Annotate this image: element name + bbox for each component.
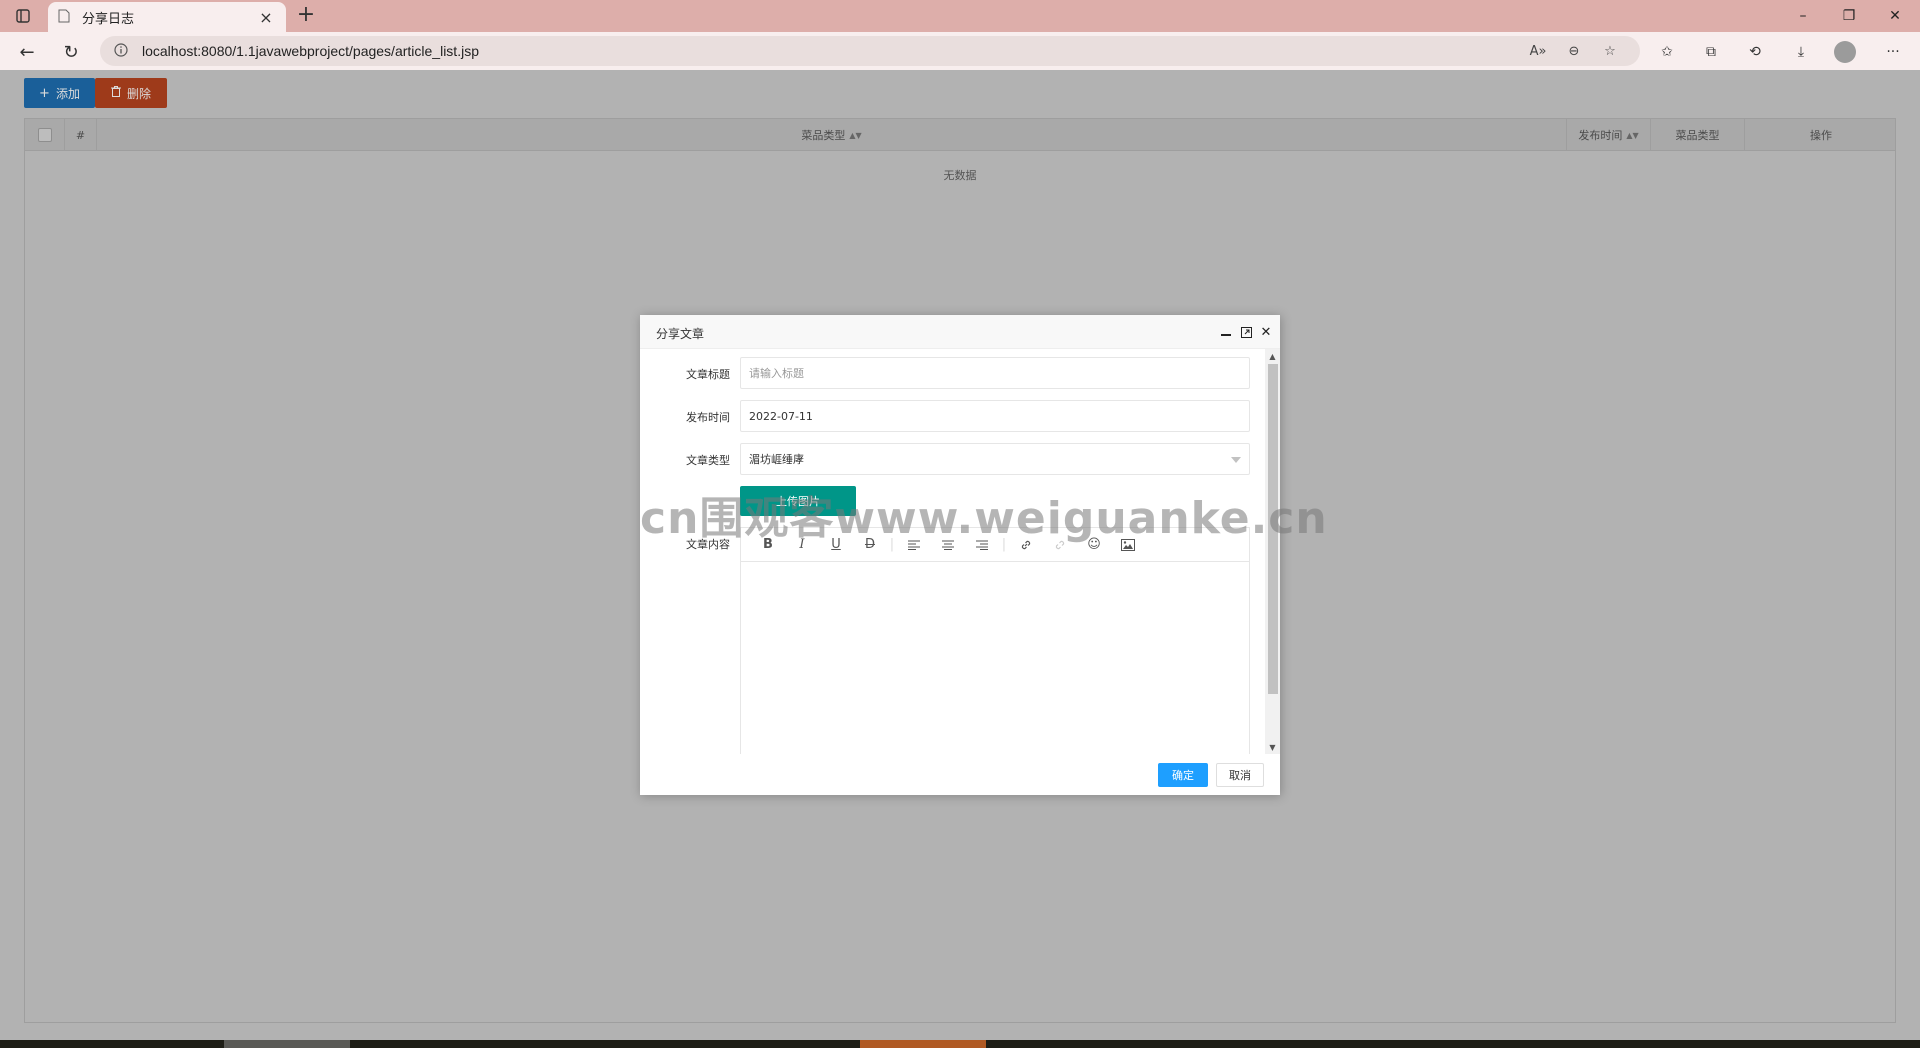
url-text: localhost:8080/1.1javawebproject/pages/a… <box>142 43 479 59</box>
dialog-footer: 确定 取消 <box>640 754 1280 795</box>
form-row-date: 发布时间 2022-07-11 <box>640 400 1264 432</box>
column-header-actions: 操作 <box>1810 129 1832 142</box>
browser-tab-active[interactable]: 分享日志 × <box>48 2 286 32</box>
chevron-down-icon <box>1231 457 1241 463</box>
tab-title: 分享日志 <box>82 11 135 27</box>
column-header-dish-type-2: 菜品类型 <box>1651 119 1745 151</box>
dialog-title: 分享文章 <box>656 327 705 341</box>
zoom-out-icon[interactable]: ⊖ <box>1564 41 1584 61</box>
close-window-icon[interactable]: ✕ <box>1872 0 1918 32</box>
favorites-icon[interactable]: ✩ <box>1656 41 1678 63</box>
publish-date-input[interactable]: 2022-07-11 <box>740 400 1250 432</box>
sort-icon[interactable]: ▲▼ <box>849 131 861 140</box>
column-header-publish-time[interactable]: 发布时间 ▲▼ <box>1567 119 1651 151</box>
tab-close-icon[interactable]: × <box>256 8 276 27</box>
watermark-text: cn围观客www.weiguanke.cn <box>640 493 1328 544</box>
taskbar-item[interactable] <box>224 1040 350 1048</box>
more-menu-icon[interactable]: ··· <box>1882 41 1904 63</box>
form-row-title: 文章标题 请输入标题 <box>640 357 1264 389</box>
new-tab-icon[interactable]: + <box>294 4 318 28</box>
browser-toolbar: ← ↻ localhost:8080/1.1javawebproject/pag… <box>0 32 1920 70</box>
dialog-close-icon[interactable]: ✕ <box>1258 323 1274 341</box>
delete-button-label: 删除 <box>126 86 151 101</box>
dialog-maximize-icon[interactable] <box>1238 323 1254 341</box>
article-title-input[interactable]: 请输入标题 <box>740 357 1250 389</box>
scroll-down-icon[interactable]: ▼ <box>1265 740 1280 754</box>
profile-avatar[interactable] <box>1834 41 1856 63</box>
page-icon <box>58 9 70 26</box>
history-icon[interactable]: ⟲ <box>1744 41 1766 63</box>
column-header-dish-type[interactable]: 菜品类型 ▲▼ <box>97 119 1567 151</box>
trash-icon <box>110 85 121 101</box>
site-info-icon[interactable] <box>114 42 128 60</box>
sort-icon[interactable]: ▲▼ <box>1626 131 1638 140</box>
rich-text-editor: B I U D | | ☺ <box>740 527 1250 754</box>
title-label: 文章标题 <box>686 368 730 381</box>
minimize-window-icon[interactable]: – <box>1780 0 1826 32</box>
form-row-type: 文章类型 湄坊崕缍庨 <box>640 443 1264 475</box>
add-button-label: 添加 <box>55 86 80 101</box>
article-type-select[interactable]: 湄坊崕缍庨 <box>740 443 1250 475</box>
browser-tab-bar: 分享日志 × + – ❐ ✕ <box>0 0 1920 32</box>
empty-table-text: 无数据 <box>943 169 977 182</box>
dialog-body: 文章标题 请输入标题 发布时间 2022-07-11 文章类型 湄坊崕缍庨 上传… <box>640 349 1264 754</box>
editor-content-area[interactable] <box>741 562 1249 754</box>
select-all-checkbox[interactable] <box>37 128 52 142</box>
date-label: 发布时间 <box>686 411 730 424</box>
add-favorite-icon[interactable]: ☆ <box>1600 41 1620 61</box>
article-type-value: 湄坊崕缍庨 <box>749 453 804 466</box>
back-icon[interactable]: ← <box>14 39 40 65</box>
os-taskbar <box>0 1040 1920 1048</box>
dialog-scrollbar[interactable]: ▲ ▼ <box>1265 349 1280 754</box>
downloads-icon[interactable]: ⤓ <box>1790 41 1812 63</box>
type-label: 文章类型 <box>686 454 730 467</box>
dialog-header: 分享文章 ✕ <box>640 315 1280 349</box>
delete-button[interactable]: 删除 <box>95 78 167 108</box>
column-header-index: # <box>65 119 97 151</box>
cancel-button[interactable]: 取消 <box>1216 763 1264 787</box>
dialog-minimize-icon[interactable] <box>1218 323 1234 341</box>
table-header: # 菜品类型 ▲▼ 发布时间 ▲▼ 菜品类型 操作 <box>25 119 1895 151</box>
confirm-button[interactable]: 确定 <box>1158 763 1208 787</box>
tab-actions-icon[interactable] <box>12 7 34 25</box>
restore-window-icon[interactable]: ❐ <box>1826 0 1872 32</box>
add-button[interactable]: + 添加 <box>24 78 95 108</box>
scroll-up-icon[interactable]: ▲ <box>1265 349 1280 363</box>
address-bar[interactable]: localhost:8080/1.1javawebproject/pages/a… <box>100 36 1640 66</box>
read-aloud-icon[interactable]: A» <box>1528 41 1548 61</box>
refresh-icon[interactable]: ↻ <box>58 39 84 65</box>
share-article-dialog: 分享文章 ✕ 文章标题 请输入标题 发布时间 2022-07-11 文章类型 湄… <box>640 315 1280 795</box>
taskbar-item[interactable] <box>860 1040 986 1048</box>
collections-icon[interactable]: ⧉ <box>1700 41 1722 63</box>
select-all-cell <box>25 119 65 151</box>
plus-icon: + <box>39 85 50 101</box>
